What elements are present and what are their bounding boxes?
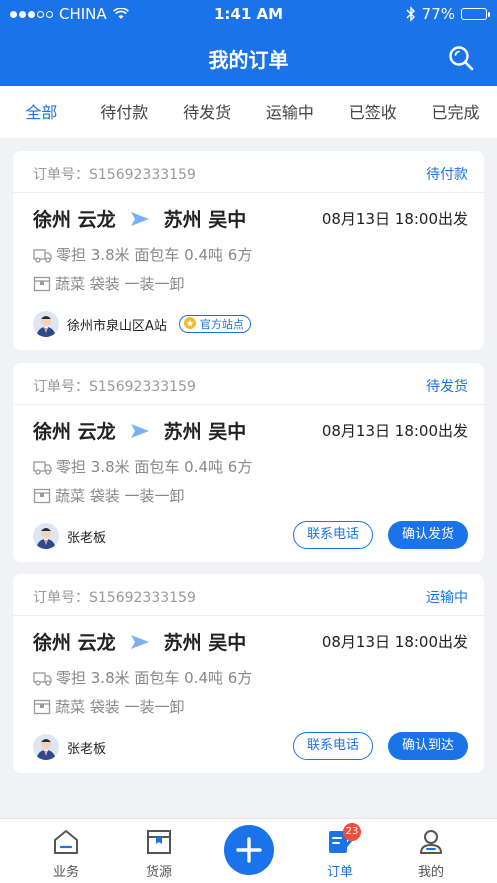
page-title: 我的订单 <box>208 48 289 72</box>
vehicle-info: 零担 3.8米 面包车 0.4吨 6方 <box>33 244 252 265</box>
user-name: 张老板 <box>67 741 107 757</box>
order-number: 订单号：S15692333159 <box>33 590 196 606</box>
route-from: 徐州 云龙 <box>33 632 116 654</box>
tab-completed[interactable]: 已完成 <box>414 86 497 138</box>
nav-label: 业务 <box>52 865 79 880</box>
route-from: 徐州 云龙 <box>33 209 116 231</box>
arrow-right-icon <box>130 634 149 649</box>
depart-time: 08月13日 18:00出发 <box>321 422 468 440</box>
cargo-info: 蔬菜 袋装 一装一卸 <box>33 273 185 294</box>
battery-percent: 77% <box>421 5 455 23</box>
tab-signed[interactable]: 已签收 <box>331 86 414 138</box>
cargo-info: 蔬菜 袋装 一装一卸 <box>33 696 185 717</box>
vehicle-info: 零担 3.8米 面包车 0.4吨 6方 <box>33 456 252 477</box>
profile-icon <box>420 830 442 854</box>
bluetooth-icon <box>406 6 415 22</box>
order-number: 订单号：S15692333159 <box>33 167 196 183</box>
order-user: 张老板 <box>33 734 106 760</box>
plus-icon <box>236 837 262 863</box>
vehicle-text: 零担 3.8米 面包车 0.4吨 6方 <box>56 458 253 476</box>
route: 徐州 云龙 苏州 吴中 <box>33 205 246 232</box>
battery-icon <box>461 8 490 20</box>
order-status: 待发货 <box>426 379 468 395</box>
nav-item-cargo-source[interactable]: 货源 <box>124 829 194 880</box>
bottom-nav: 业务 货源 23 订单 我的 <box>0 818 497 883</box>
nav-label: 我的 <box>417 865 444 880</box>
nav-item-orders[interactable]: 23 订单 <box>305 823 375 880</box>
tab-pending-shipment[interactable]: 待发货 <box>166 86 249 138</box>
order-status: 待付款 <box>426 167 468 183</box>
order-card-header: 订单号：S15692333159 待付款 <box>13 151 484 193</box>
contact-phone-button[interactable]: 联系电话 <box>293 521 373 549</box>
route-from: 徐州 云龙 <box>33 421 116 443</box>
order-card[interactable]: 订单号：S15692333159 待发货 徐州 云龙 苏州 吴中 08月13日 … <box>13 363 484 562</box>
route: 徐州 云龙 苏州 吴中 <box>33 628 246 655</box>
tab-all[interactable]: 全部 <box>0 86 83 138</box>
app-header: CHINA 1:41 AM 77% 我的订单 <box>0 0 497 86</box>
depart-time: 08月13日 18:00出发 <box>321 633 468 651</box>
route: 徐州 云龙 苏州 吴中 <box>33 417 246 444</box>
truck-icon <box>33 248 52 263</box>
add-button[interactable] <box>224 825 274 875</box>
package-icon <box>33 276 51 291</box>
official-site-badge: 官方站点 <box>178 315 251 333</box>
route-to: 苏州 吴中 <box>163 632 247 654</box>
order-card-header: 订单号：S15692333159 待发货 <box>13 363 484 405</box>
confirm-arrival-button[interactable]: 确认到达 <box>388 732 468 760</box>
order-card-header: 订单号：S15692333159 运输中 <box>13 574 484 616</box>
home-icon <box>54 830 78 854</box>
nav-item-profile[interactable]: 我的 <box>396 829 466 880</box>
route-to: 苏州 吴中 <box>163 421 247 443</box>
cargo-text: 蔬菜 袋装 一装一卸 <box>55 487 185 505</box>
order-tabs: 全部 待付款 待发货 运输中 已签收 已完成 <box>0 86 497 138</box>
vehicle-text: 零担 3.8米 面包车 0.4吨 6方 <box>56 246 253 264</box>
nav-label: 货源 <box>145 865 172 880</box>
order-user: 徐州市泉山区A站 官方站点 <box>33 311 251 337</box>
nav-item-business[interactable]: 业务 <box>31 829 101 880</box>
package-icon <box>33 699 51 714</box>
truck-icon <box>33 671 52 686</box>
order-status: 运输中 <box>426 590 468 606</box>
arrow-right-icon <box>130 211 149 226</box>
tab-pending-payment[interactable]: 待付款 <box>83 86 166 138</box>
cargo-info: 蔬菜 袋装 一装一卸 <box>33 485 185 506</box>
depart-time: 08月13日 18:00出发 <box>321 210 468 228</box>
contact-phone-button[interactable]: 联系电话 <box>293 732 373 760</box>
medal-icon <box>183 317 196 329</box>
user-name: 张老板 <box>67 530 107 546</box>
arrow-right-icon <box>130 423 149 438</box>
cargo-text: 蔬菜 袋装 一装一卸 <box>55 275 185 293</box>
badge-label: 官方站点 <box>199 318 244 331</box>
route-to: 苏州 吴中 <box>163 209 247 231</box>
avatar <box>33 523 59 549</box>
user-name: 徐州市泉山区A站 <box>67 318 167 334</box>
order-user: 张老板 <box>33 523 106 549</box>
avatar <box>33 311 59 337</box>
avatar <box>33 734 59 760</box>
search-icon <box>449 46 474 71</box>
nav-label: 订单 <box>326 865 353 880</box>
box-icon <box>147 830 171 854</box>
order-number: 订单号：S15692333159 <box>33 379 196 395</box>
confirm-shipment-button[interactable]: 确认发货 <box>388 521 468 549</box>
order-count-badge: 23 <box>343 823 361 841</box>
vehicle-text: 零担 3.8米 面包车 0.4吨 6方 <box>56 669 253 687</box>
tab-in-transit[interactable]: 运输中 <box>248 86 331 138</box>
order-card[interactable]: 订单号：S15692333159 运输中 徐州 云龙 苏州 吴中 08月13日 … <box>13 574 484 773</box>
order-card[interactable]: 订单号：S15692333159 待付款 徐州 云龙 苏州 吴中 08月13日 … <box>13 151 484 350</box>
status-bar: CHINA 1:41 AM 77% <box>0 0 497 28</box>
cargo-text: 蔬菜 袋装 一装一卸 <box>55 698 185 716</box>
vehicle-info: 零担 3.8米 面包车 0.4吨 6方 <box>33 667 252 688</box>
truck-icon <box>33 460 52 475</box>
search-button[interactable] <box>447 44 475 72</box>
package-icon <box>33 488 51 503</box>
